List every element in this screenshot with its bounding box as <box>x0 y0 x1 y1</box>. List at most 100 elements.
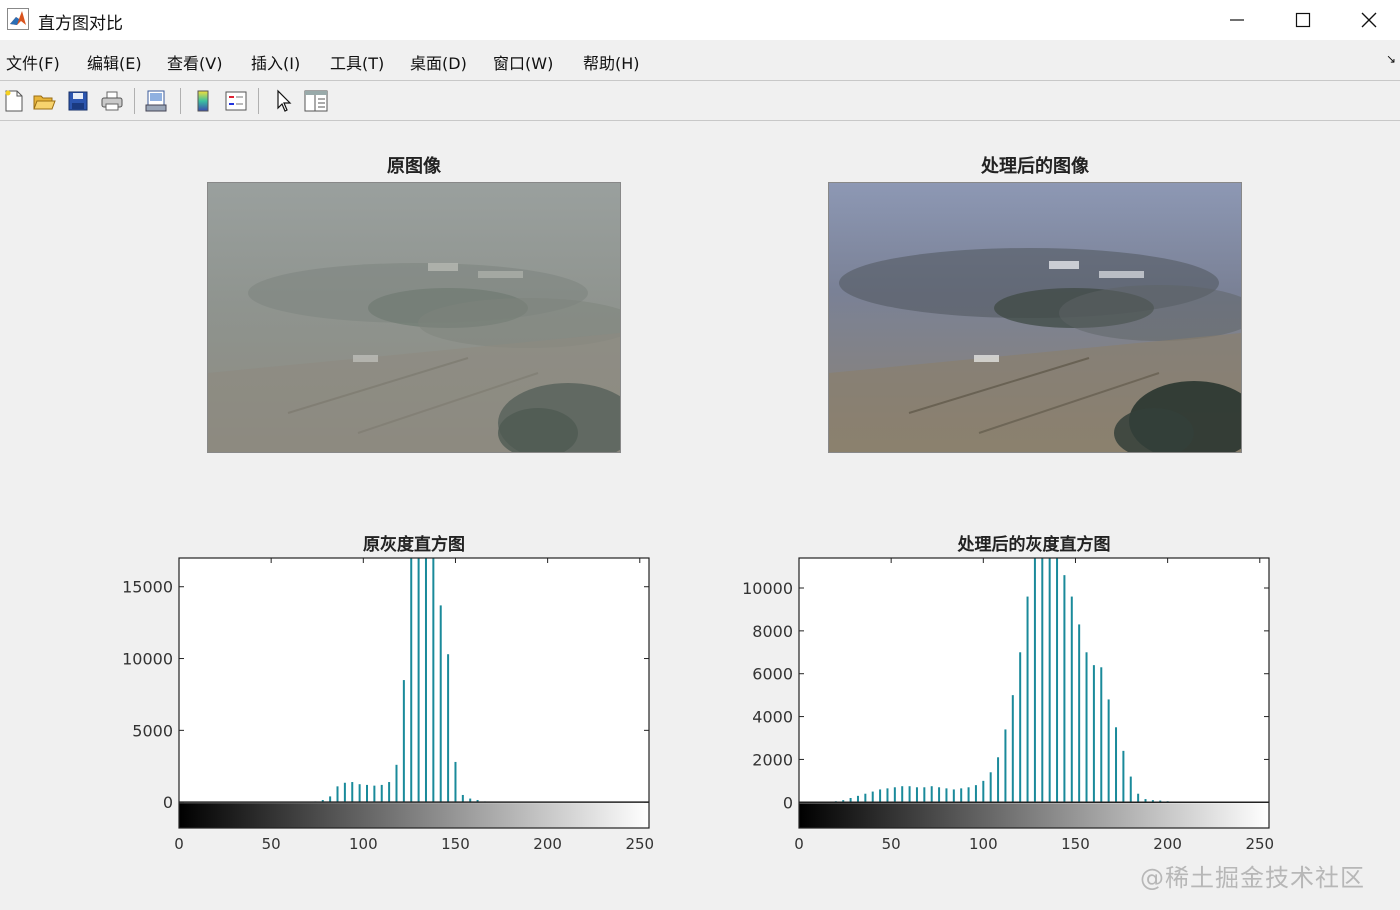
menu-separator <box>0 80 1400 81</box>
histogram-bar <box>1122 750 1125 803</box>
histogram-bar <box>424 558 427 803</box>
axes-background <box>179 558 649 828</box>
histogram-bar <box>343 782 346 803</box>
maximize-icon <box>1295 12 1311 28</box>
histogram-bar <box>380 784 383 803</box>
histogram-bar <box>997 757 1000 803</box>
x-tick-label: 200 <box>1153 835 1182 853</box>
histogram-bar <box>439 605 442 803</box>
menu-bar: 文件(F) 编辑(E) 查看(V) 插入(I) 工具(T) 桌面(D) 窗口(W… <box>0 42 1400 80</box>
histogram-bar <box>1085 652 1088 803</box>
menu-tools[interactable]: 工具(T) <box>330 50 384 74</box>
x-tick-label: 100 <box>349 835 378 853</box>
menu-view[interactable]: 查看(V) <box>167 50 222 74</box>
y-tick-label: 4000 <box>752 708 793 727</box>
histogram-bar <box>1019 652 1022 803</box>
close-icon <box>1361 12 1377 28</box>
histogram-bar <box>1033 558 1036 803</box>
histogram-bar <box>417 558 420 803</box>
minimize-button[interactable] <box>1204 0 1270 40</box>
histogram-bar <box>1092 665 1095 803</box>
pointer-button[interactable] <box>270 87 298 115</box>
histogram-bar <box>454 761 457 803</box>
menu-window[interactable]: 窗口(W) <box>493 50 553 74</box>
histogram-bar <box>967 787 970 803</box>
histogram-bar <box>336 786 339 803</box>
menu-file[interactable]: 文件(F) <box>6 50 60 74</box>
link-figure-button[interactable] <box>142 87 170 115</box>
histogram-bar <box>351 782 354 803</box>
histogram-bar <box>1041 558 1044 803</box>
histogram-bar <box>447 654 450 803</box>
new-figure-icon <box>5 90 23 112</box>
original-histogram: 原灰度直方图 0 5000 10000 15000 0 50 100 150 200 250 <box>122 534 654 853</box>
menu-desktop[interactable]: 桌面(D) <box>410 50 467 74</box>
histogram-bar <box>1129 776 1132 803</box>
histogram-bar <box>1137 793 1140 803</box>
open-file-button[interactable] <box>30 87 58 115</box>
matlab-app-icon <box>7 8 29 30</box>
menu-edit[interactable]: 编辑(E) <box>87 50 142 74</box>
histogram-bar <box>1056 558 1059 803</box>
histogram-bar <box>982 780 985 803</box>
toolbar-separator <box>258 88 259 114</box>
histogram-bar <box>901 786 904 803</box>
x-tick-label: 150 <box>1061 835 1090 853</box>
histogram-bar <box>1026 596 1029 803</box>
histogram-bar <box>1115 727 1118 803</box>
link-figure-icon <box>145 90 167 112</box>
grayscale-colorbar <box>179 803 649 828</box>
open-file-icon <box>33 95 56 110</box>
histogram-bar <box>952 789 955 803</box>
processed-image-content <box>829 183 1241 452</box>
menu-insert[interactable]: 插入(I) <box>251 50 300 74</box>
y-tick-label: 2000 <box>752 750 793 769</box>
y-tick-label: 0 <box>783 793 793 812</box>
colorbar-button[interactable] <box>189 87 217 115</box>
property-editor-button[interactable] <box>302 87 330 115</box>
toolbar-separator-line <box>0 120 1400 121</box>
histogram-bar <box>388 782 391 803</box>
legend-button[interactable] <box>222 87 250 115</box>
save-button[interactable] <box>64 87 92 115</box>
histogram-bar <box>989 772 992 803</box>
histogram-bar <box>1048 558 1051 803</box>
y-tick-label: 8000 <box>752 622 793 641</box>
dock-arrow-icon[interactable]: ↘ <box>1386 52 1396 66</box>
processed-image-title: 处理后的图像 <box>981 156 1089 177</box>
histogram-bar <box>974 785 977 803</box>
histogram-bar <box>1107 699 1110 803</box>
histogram-bar <box>945 788 948 803</box>
histogram-bar <box>410 558 413 803</box>
histogram-bar <box>938 787 941 803</box>
histogram-title: 原灰度直方图 <box>363 534 465 555</box>
x-tick-label: 50 <box>262 835 281 853</box>
histogram-bar <box>395 764 398 803</box>
y-tick-label: 10000 <box>742 579 793 598</box>
toolbar-separator <box>180 88 181 114</box>
figure-toolbar <box>0 82 1400 120</box>
pointer-icon <box>277 89 292 112</box>
close-button[interactable] <box>1336 0 1400 40</box>
property-editor-icon <box>304 90 328 112</box>
new-figure-button[interactable] <box>0 87 28 115</box>
x-tick-label: 150 <box>441 835 470 853</box>
save-icon <box>68 91 88 111</box>
histogram-bar <box>923 787 926 803</box>
histogram-bar <box>432 558 435 803</box>
histogram-bar <box>871 791 874 803</box>
x-tick-label: 0 <box>794 835 804 853</box>
histogram-bar <box>329 796 332 803</box>
colorbar-icon <box>197 90 209 112</box>
print-button[interactable] <box>98 87 126 115</box>
histogram-bar <box>1100 667 1103 803</box>
histogram-bar <box>461 794 464 803</box>
maximize-button[interactable] <box>1270 0 1336 40</box>
histogram-bar <box>886 788 889 803</box>
x-tick-label: 50 <box>882 835 901 853</box>
original-image <box>207 182 621 453</box>
menu-help[interactable]: 帮助(H) <box>583 50 640 74</box>
histogram-bar <box>1078 624 1081 803</box>
x-tick-label: 100 <box>969 835 998 853</box>
histogram-bar <box>864 793 867 803</box>
